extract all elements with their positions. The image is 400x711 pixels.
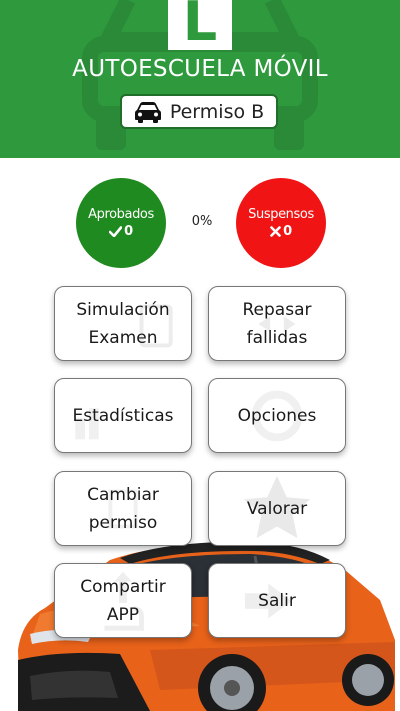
failed-stat: Suspensos 0	[236, 178, 326, 268]
rate-button[interactable]: Valorar	[208, 471, 346, 546]
change-permit-button[interactable]: Cambiar permiso	[54, 471, 192, 546]
exit-button[interactable]: Salir	[208, 563, 346, 638]
failed-label: Suspensos	[248, 207, 314, 222]
review-failed-button[interactable]: Repasar fallidas	[208, 286, 346, 361]
approved-count: 0	[124, 224, 133, 239]
check-icon	[109, 226, 123, 237]
app-title: AUTOESCUELA MÓVIL	[72, 56, 328, 82]
learner-l-badge: L	[168, 0, 232, 50]
approved-label: Aprobados	[88, 207, 154, 222]
rate-label: Valorar	[246, 498, 308, 519]
success-percentage: 0%	[191, 214, 213, 229]
change-permit-label: Cambiar permiso	[87, 484, 159, 533]
learner-l-letter: L	[182, 0, 218, 53]
review-failed-label: Repasar fallidas	[242, 299, 312, 348]
permit-label: Permiso B	[169, 100, 265, 123]
options-label: Opciones	[237, 405, 317, 426]
statistics-label: Estadísticas	[72, 405, 174, 426]
approved-count-row: 0	[109, 224, 133, 239]
app-header: L AUTOESCUELA MÓVIL Permiso B	[0, 0, 400, 158]
options-button[interactable]: Opciones	[208, 378, 346, 453]
simulation-exam-button[interactable]: Simulación Examen	[54, 286, 192, 361]
cross-icon	[270, 226, 281, 237]
car-icon	[134, 101, 161, 123]
failed-count: 0	[283, 224, 292, 239]
exit-label: Salir	[258, 590, 296, 611]
share-app-button[interactable]: Compartir APP	[54, 563, 192, 638]
simulation-exam-label: Simulación Examen	[76, 299, 170, 348]
failed-count-row: 0	[270, 224, 292, 239]
permit-selector-button[interactable]: Permiso B	[120, 94, 278, 129]
approved-stat: Aprobados 0	[76, 178, 166, 268]
share-app-label: Compartir APP	[80, 576, 166, 625]
statistics-button[interactable]: Estadísticas	[54, 378, 192, 453]
